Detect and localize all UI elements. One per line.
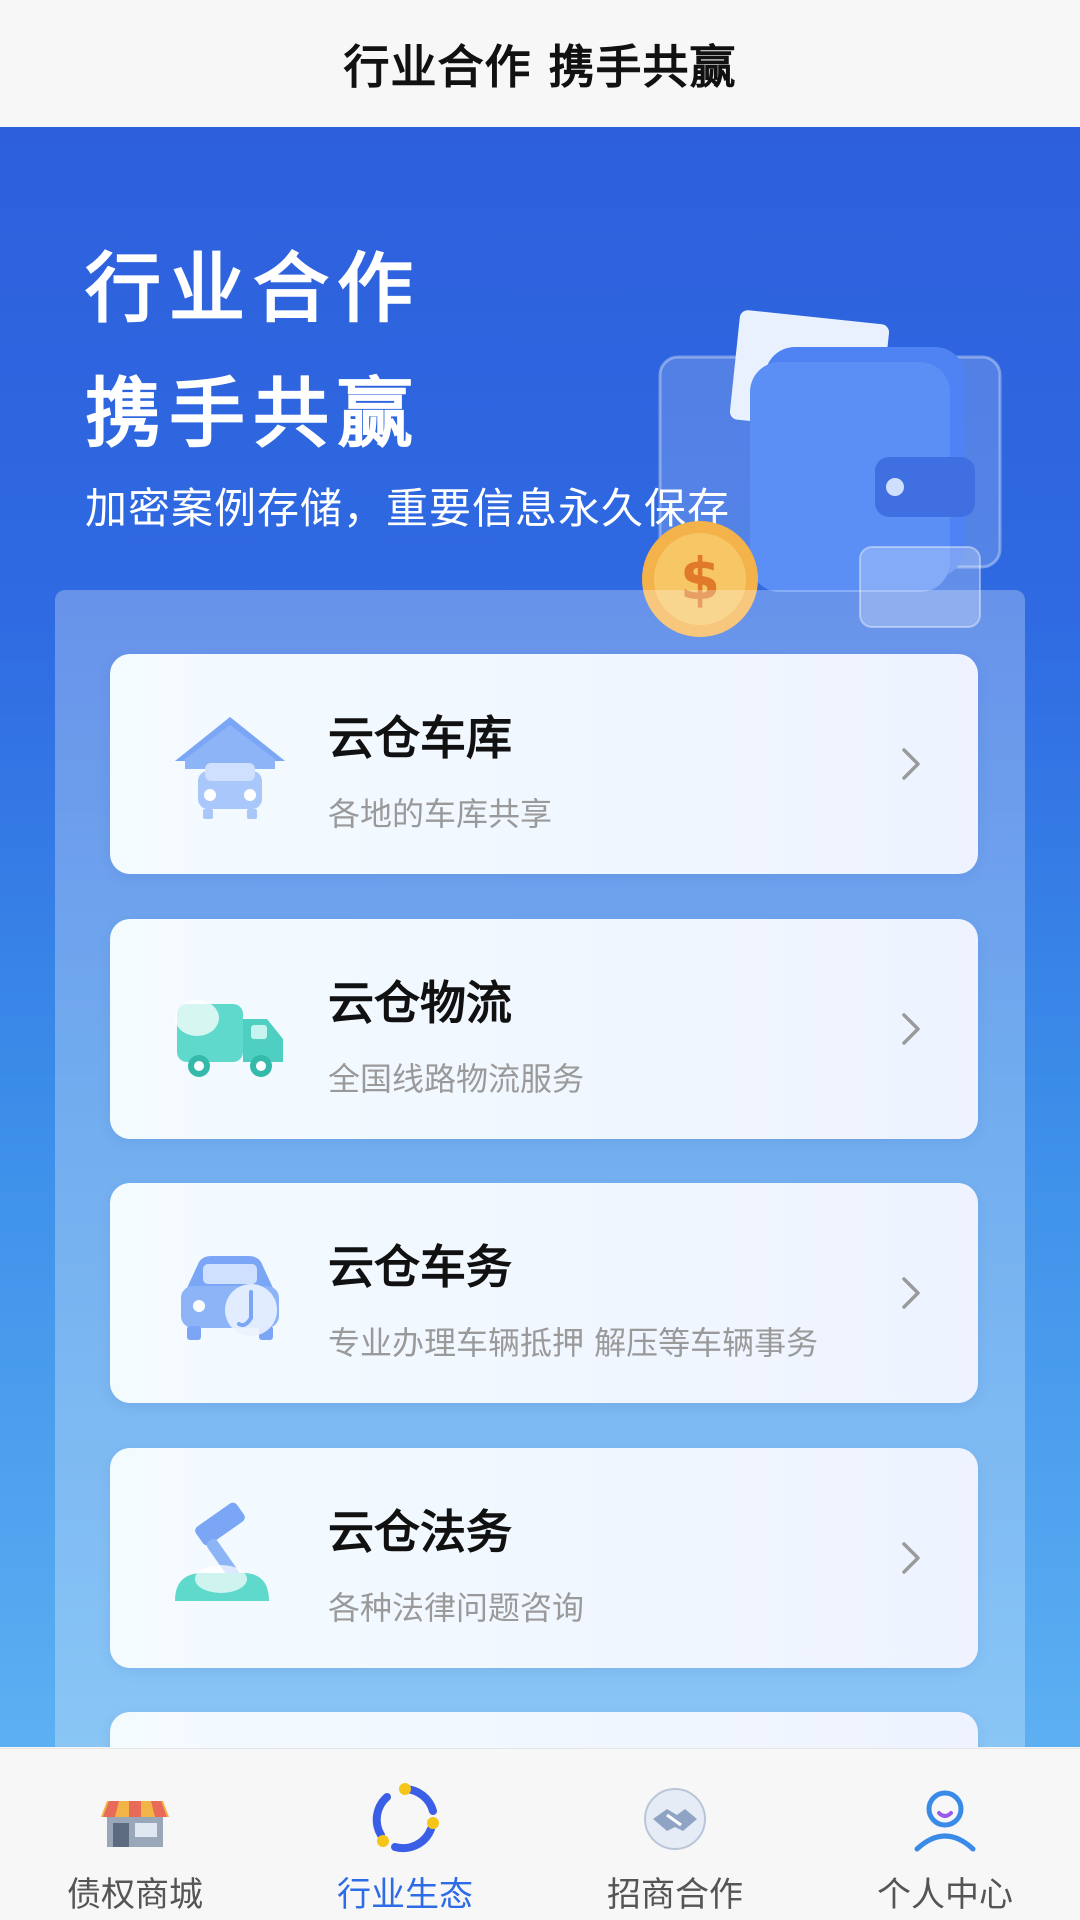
card-garage[interactable]: 云仓车库 各地的车库共享 <box>110 654 978 874</box>
card-title: 云仓车库 <box>328 711 512 765</box>
card-legal[interactable]: 云仓法务 各种法律问题咨询 <box>110 1448 978 1668</box>
tab-label: 招商合作 <box>607 1875 743 1915</box>
chevron-right-icon <box>902 748 920 780</box>
card-desc: 各种法律问题咨询 <box>328 1589 585 1627</box>
tab-bar: 债权商城 行业生态 招商合作 个人中心 <box>0 1748 1080 1920</box>
hero-title-line1: 行业合作 <box>85 244 421 333</box>
card-title: 云仓车务 <box>328 1240 512 1294</box>
car-service-icon <box>181 1256 279 1340</box>
garage-icon <box>175 717 285 819</box>
store-icon <box>101 1801 169 1847</box>
card-vehicle-service[interactable]: 云仓车务 专业办理车辆抵押 解压等车辆事务 <box>110 1183 978 1403</box>
tab-label: 债权商城 <box>67 1875 203 1915</box>
ecosystem-icon <box>372 1783 439 1853</box>
card-desc: 各地的车库共享 <box>328 795 553 833</box>
hero-subtitle: 加密案例存储，重要信息永久保存 <box>85 484 731 533</box>
user-icon <box>914 1790 976 1852</box>
chevron-right-icon <box>902 1542 920 1574</box>
page: 行业合作 携手共赢 行业合作 携手共赢 加密案例存储，重要信息永久保存 $ 云仓… <box>0 0 1080 1920</box>
gavel-icon <box>175 1502 269 1601</box>
card-title: 云仓法务 <box>328 1505 512 1559</box>
handshake-icon <box>644 1788 706 1850</box>
tab-ecosystem[interactable]: 行业生态 <box>270 1749 540 1920</box>
card-desc: 全国线路物流服务 <box>328 1060 585 1098</box>
card-desc: 专业办理车辆抵押 解压等车辆事务 <box>328 1324 819 1362</box>
chevron-right-icon <box>902 1277 920 1309</box>
tab-personal-center[interactable]: 个人中心 <box>810 1749 1080 1920</box>
card-logistics[interactable]: 云仓物流 全国线路物流服务 <box>110 919 978 1139</box>
card-title: 云仓物流 <box>328 976 512 1030</box>
truck-icon <box>175 1000 283 1077</box>
hero-title-line2: 携手共赢 <box>85 369 421 458</box>
chevron-right-icon <box>902 1013 920 1045</box>
page-title: 行业合作 携手共赢 <box>343 39 737 94</box>
tab-debt-mall[interactable]: 债权商城 <box>0 1749 270 1920</box>
nav-bar: 行业合作 携手共赢 <box>0 0 1080 127</box>
tab-label: 个人中心 <box>877 1875 1013 1915</box>
tab-investment[interactable]: 招商合作 <box>540 1749 810 1920</box>
tab-label: 行业生态 <box>337 1875 473 1915</box>
